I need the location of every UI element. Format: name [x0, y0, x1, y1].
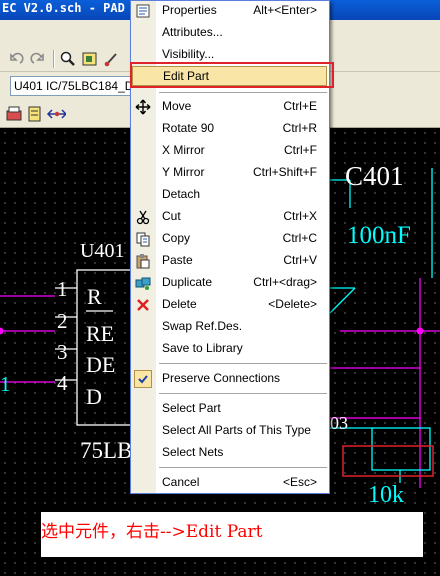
- menu-item-properties[interactable]: Properties Alt+<Enter>: [131, 0, 329, 22]
- menu-separator: [159, 363, 327, 364]
- instruction-caption: 选中元件，右击-->Edit Part: [41, 512, 423, 557]
- c401-ref: C401: [345, 161, 404, 191]
- menu-item-attributes[interactable]: Attributes...: [131, 22, 329, 44]
- resistor-value: 10k: [368, 482, 404, 508]
- paste-icon: [134, 252, 152, 270]
- net-label: 1: [0, 372, 11, 396]
- menu-item-swap-refdes[interactable]: Swap Ref.Des.: [131, 316, 329, 338]
- part-selector[interactable]: U401 IC/75LBC184_D: [10, 76, 136, 96]
- delete-icon: [134, 296, 152, 314]
- u401-value: 75LB: [80, 438, 132, 463]
- menu-item-move[interactable]: Move Ctrl+E: [131, 96, 329, 118]
- menu-item-cut[interactable]: Cut Ctrl+X: [131, 206, 329, 228]
- u401-ref: U401: [80, 240, 124, 262]
- menu-separator: [159, 393, 327, 394]
- menu-separator: [159, 92, 327, 93]
- pin-number-3: 3: [57, 340, 68, 364]
- menu-item-delete[interactable]: Delete <Delete>: [131, 294, 329, 316]
- pin-name-re: RE: [86, 321, 114, 346]
- menu-item-duplicate[interactable]: Duplicate Ctrl+<drag>: [131, 272, 329, 294]
- window-title: EC V2.0.sch - PAD: [2, 1, 125, 15]
- edit-part-annotation-box: [130, 62, 334, 88]
- part-icon[interactable]: [25, 104, 45, 124]
- menu-item-select-part[interactable]: Select Part: [131, 398, 329, 420]
- menu-item-x-mirror[interactable]: X Mirror Ctrl+F: [131, 140, 329, 162]
- move-icon: [134, 98, 152, 116]
- redo-icon[interactable]: [28, 49, 48, 69]
- menu-item-copy[interactable]: Copy Ctrl+C: [131, 228, 329, 250]
- pin-number-4: 4: [57, 371, 68, 395]
- pin-name-d: D: [86, 384, 102, 409]
- brush-icon[interactable]: [102, 49, 122, 69]
- copy-icon: [134, 230, 152, 248]
- properties-icon: [134, 2, 152, 20]
- menu-item-save-to-library[interactable]: Save to Library: [131, 338, 329, 360]
- menu-item-cancel[interactable]: Cancel <Esc>: [131, 472, 329, 494]
- pin-number-1: 1: [57, 277, 68, 301]
- menu-item-select-all-parts[interactable]: Select All Parts of This Type: [131, 420, 329, 442]
- menu-item-y-mirror[interactable]: Y Mirror Ctrl+Shift+F: [131, 162, 329, 184]
- zoom-icon[interactable]: [58, 49, 78, 69]
- undo-icon[interactable]: [6, 49, 26, 69]
- menu-item-detach[interactable]: Detach: [131, 184, 329, 206]
- pin-name-r: R: [87, 284, 102, 309]
- resistor-ref: 03: [330, 413, 348, 433]
- pin-number-2: 2: [57, 309, 68, 333]
- net-icon[interactable]: [46, 104, 66, 124]
- duplicate-icon: [134, 274, 152, 292]
- menu-item-rotate[interactable]: Rotate 90 Ctrl+R: [131, 118, 329, 140]
- bus-icon[interactable]: [4, 104, 24, 124]
- cut-icon: [134, 208, 152, 226]
- c401-value: 100nF: [347, 222, 411, 249]
- menu-item-paste[interactable]: Paste Ctrl+V: [131, 250, 329, 272]
- menu-item-preserve-connections[interactable]: Preserve Connections: [131, 368, 329, 390]
- pin-name-de: DE: [86, 352, 115, 377]
- caption-text: 选中元件，右击-->Edit Part: [41, 522, 263, 542]
- component-icon[interactable]: [80, 49, 100, 69]
- menu-item-select-nets[interactable]: Select Nets: [131, 442, 329, 464]
- checkmark-icon: [134, 370, 152, 388]
- menu-separator: [159, 467, 327, 468]
